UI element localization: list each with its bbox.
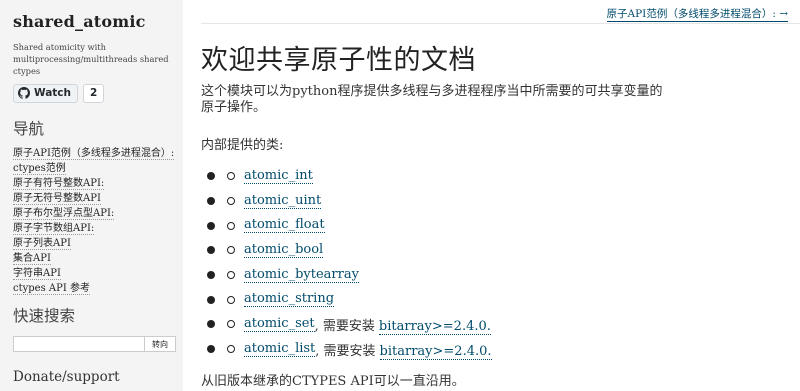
bullet-dot-icon (207, 345, 215, 354)
bullet-dot-icon (207, 172, 215, 181)
class-link[interactable]: atomic_bytearray (244, 267, 359, 283)
list-item: atomic_uint (201, 189, 492, 214)
bullet-dot-icon (207, 246, 215, 255)
bullet-dot-icon (207, 320, 215, 329)
nav-link[interactable]: 原子无符号整数API (13, 193, 101, 205)
github-watch-button[interactable]: Watch (13, 83, 79, 103)
nav-link[interactable]: ctypes API 参考 (13, 283, 90, 295)
bullet-dot-icon (207, 221, 215, 230)
sidebar: shared_atomic Shared atomicity with mult… (0, 0, 183, 391)
bullet-dot-icon (207, 295, 215, 304)
nav-link[interactable]: 原子布尔型浮点型API: (13, 208, 115, 220)
list-item: atomic_float (201, 213, 492, 238)
nav-link[interactable]: 集合API (13, 253, 51, 265)
nav-item[interactable]: 原子API范例（多线程多进程混合）: ctypes范例 (13, 146, 183, 176)
nav-item[interactable]: 集合API (13, 251, 183, 266)
nav-link[interactable]: 原子API范例（多线程多进程混合）: ctypes范例 (13, 148, 175, 175)
nav-item[interactable]: 原子无符号整数API (13, 191, 183, 206)
search-input[interactable] (13, 336, 145, 352)
nav-link[interactable]: 原子字节数组API: (13, 223, 95, 235)
list-item: atomic_string (201, 287, 492, 312)
bullet-circle-icon (227, 295, 235, 304)
search-go-button[interactable]: 转向 (145, 336, 176, 352)
nav-heading: 导航 (13, 120, 45, 138)
brand-title[interactable]: shared_atomic (13, 12, 183, 31)
bullet-circle-icon (227, 320, 235, 329)
bullet-circle-icon (227, 271, 235, 280)
bullet-circle-icon (227, 172, 235, 181)
list-item: atomic_bool (201, 238, 492, 263)
class-link[interactable]: atomic_bool (244, 242, 324, 258)
class-link[interactable]: atomic_float (244, 218, 325, 234)
list-item: atomic_set, 需要安装 bitarray>=2.4.0. (201, 312, 492, 337)
ctypes-note: 从旧版本继承的CTYPES API可以一直沿用。 (201, 374, 465, 389)
bullet-circle-icon (227, 221, 235, 230)
next-page-link[interactable]: 原子API范例（多线程多进程混合）: → (606, 8, 788, 22)
brand-description: Shared atomicity with multiprocessing/mu… (13, 42, 169, 76)
requirement-text: , 需要安装 (315, 343, 376, 359)
class-link[interactable]: atomic_uint (244, 193, 322, 209)
provided-classes-heading: 内部提供的类: (201, 138, 284, 153)
nav-item[interactable]: 原子列表API (13, 236, 183, 251)
class-requirement: , 需要安装 bitarray>=2.4.0. (314, 315, 491, 335)
github-widget: Watch 2 (13, 83, 183, 103)
search-form: 转向 (13, 336, 183, 352)
top-related-nav: 原子API范例（多线程多进程混合）: → (201, 8, 800, 24)
class-requirement: , 需要安装 bitarray>=2.4.0. (315, 340, 492, 360)
github-icon (18, 87, 30, 99)
class-link[interactable]: atomic_list (244, 341, 316, 357)
nav-link[interactable]: 字符串API (13, 268, 61, 280)
nav-item[interactable]: 原子字节数组API: (13, 221, 183, 236)
nav-item[interactable]: ctypes API 参考 (13, 281, 183, 296)
page-title: 欢迎共享原子性的文档 (201, 45, 476, 76)
list-item: atomic_list, 需要安装 bitarray>=2.4.0. (201, 337, 492, 362)
nav-link[interactable]: 原子有符号整数API: (13, 178, 105, 190)
class-link[interactable]: atomic_string (244, 292, 335, 308)
bullet-dot-icon (207, 271, 215, 280)
nav-item[interactable]: 字符串API (13, 266, 183, 281)
list-item: atomic_bytearray (201, 263, 492, 288)
github-watch-label: Watch (34, 87, 72, 99)
intro-paragraph: 这个模块可以为python程序提供多线程与多进程程序当中所需要的可共享变量的原子… (201, 84, 663, 115)
class-link[interactable]: atomic_int (244, 168, 313, 184)
github-watch-count[interactable]: 2 (83, 83, 105, 103)
bullet-circle-icon (227, 246, 235, 255)
donate-heading: Donate/support (13, 369, 120, 385)
search-heading: 快速搜索 (13, 307, 76, 325)
bullet-circle-icon (227, 345, 235, 354)
bitarray-link[interactable]: bitarray>=2.4.0. (378, 318, 491, 335)
main-content: 原子API范例（多线程多进程混合）: → 欢迎共享原子性的文档 这个模块可以为p… (201, 0, 800, 391)
nav-link[interactable]: 原子列表API (13, 238, 71, 250)
nav-list: 原子API范例（多线程多进程混合）: ctypes范例 原子有符号整数API: … (13, 146, 183, 296)
classes-list: atomic_int atomic_uint atomic_float atom… (201, 164, 492, 362)
bullet-dot-icon (207, 197, 215, 206)
bitarray-link[interactable]: bitarray>=2.4.0. (379, 343, 492, 360)
bullet-circle-icon (227, 197, 235, 206)
list-item: atomic_int (201, 164, 492, 189)
nav-item[interactable]: 原子布尔型浮点型API: (13, 206, 183, 221)
nav-item[interactable]: 原子有符号整数API: (13, 176, 183, 191)
requirement-text: , 需要安装 (314, 318, 375, 334)
class-link[interactable]: atomic_set (244, 316, 315, 332)
